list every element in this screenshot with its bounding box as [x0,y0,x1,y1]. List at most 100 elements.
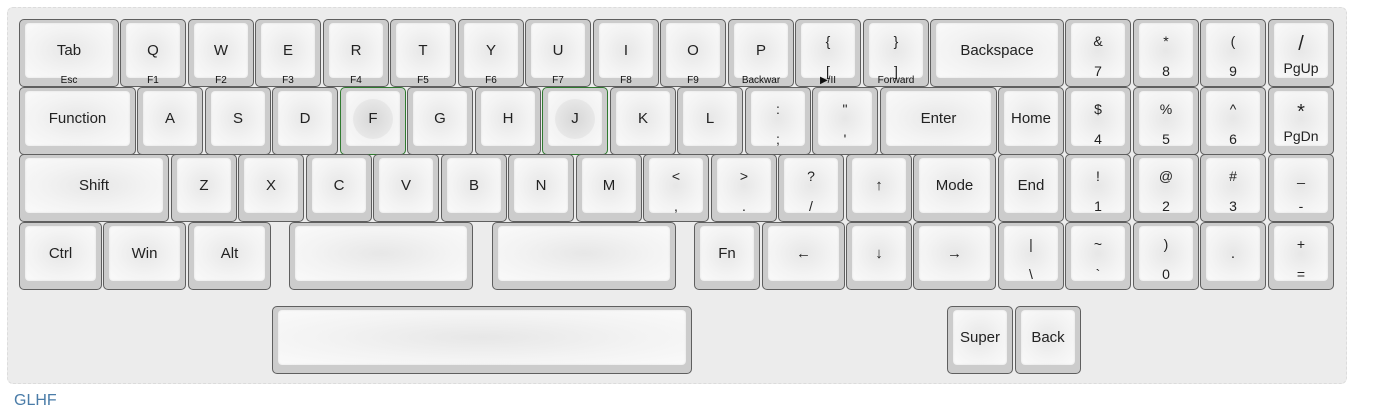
key-end[interactable]: End [998,154,1064,222]
key-space-0-12[interactable]: }] Forward [863,19,929,87]
key-u[interactable]: U F7 [525,19,591,87]
key-w[interactable]: W F2 [188,19,254,87]
key-label: B [468,176,479,194]
key-label: Q [147,41,159,59]
key-pgup[interactable]: / PgUp [1268,19,1334,87]
key-right[interactable]: → [913,222,996,290]
key-x[interactable]: X [238,154,304,222]
key-z[interactable]: Z [171,154,237,222]
key-1[interactable]: ! 1 [1065,154,1131,222]
key-label: O [687,41,699,59]
key-space-1-11[interactable]: " ' [812,87,878,155]
key-shift-label: ) [1163,236,1169,252]
key-p[interactable]: P Backwar [728,19,794,87]
key-space-2-9[interactable]: >. [711,154,777,222]
key-space-3-3[interactable] [289,222,473,290]
key-6[interactable]: ^ 6 [1200,87,1266,155]
key-m[interactable]: M [576,154,642,222]
key-d[interactable]: D [272,87,338,155]
key-shift-label: / [1298,33,1304,55]
key-alt[interactable]: Alt [188,222,271,290]
keycap-face: M [582,158,636,213]
key-space-4-0[interactable] [272,306,692,374]
key-l[interactable]: L [677,87,743,155]
key-mode[interactable]: Mode [913,154,996,222]
keycap-face: Alt [194,226,265,281]
key-down[interactable]: ↓ [846,222,912,290]
key-y[interactable]: Y F6 [458,19,524,87]
key-shift-label: } [893,33,899,49]
key-4[interactable]: $4 [1065,87,1131,155]
key-v[interactable]: V [373,154,439,222]
key-s[interactable]: S [205,87,271,155]
key-j[interactable]: J [542,87,608,155]
key-label: V [400,176,411,194]
key-i[interactable]: I F8 [593,19,659,87]
key-space-3-13[interactable]: + = [1268,222,1334,290]
key-0[interactable]: ) 0 [1133,222,1199,290]
key-left[interactable]: ← [762,222,845,290]
key-home[interactable]: Home [998,87,1064,155]
key-function[interactable]: Function [19,87,136,155]
key-space-1-10[interactable]: :; [745,87,811,155]
key-o[interactable]: O F9 [660,19,726,87]
key-tab[interactable]: Tab Esc [19,19,119,87]
key-shift-label: > [739,168,749,184]
key-2[interactable]: @2 [1133,154,1199,222]
key-c[interactable]: C [306,154,372,222]
key-space-3-9[interactable]: | \ [998,222,1064,290]
key-up[interactable]: ↑ [846,154,912,222]
key-n[interactable]: N [508,154,574,222]
key-label: Enter [920,109,957,127]
keycap-face: A [143,91,197,146]
key-win[interactable]: Win [103,222,186,290]
key-space-3-12[interactable]: . [1200,222,1266,290]
key-7[interactable]: & 7 [1065,19,1131,87]
key-ctrl[interactable]: Ctrl [19,222,102,290]
key-space-3-4[interactable] [492,222,676,290]
key-9[interactable]: (9 [1200,19,1266,87]
key-g[interactable]: G [407,87,473,155]
key-shift[interactable]: Shift [19,154,169,222]
key-t[interactable]: T F5 [390,19,456,87]
key-label: \ [1029,266,1033,282]
key-space-3-10[interactable]: ~ ` [1065,222,1131,290]
key-enter[interactable]: Enter [880,87,997,155]
key-b[interactable]: B [441,154,507,222]
key-pgdn[interactable]: * PgDn [1268,87,1334,155]
keycap-face: C [312,158,366,213]
keycap-face: Function [25,91,130,146]
keycap-face: ) 0 [1139,226,1193,281]
key-f[interactable]: F [340,87,406,155]
key-label: PgUp [1283,60,1319,76]
keycap-face: → [919,226,990,281]
key-back[interactable]: Back [1015,306,1081,374]
key-a[interactable]: A [137,87,203,155]
keycap-face: ↓ [852,226,906,281]
key-space-2-10[interactable]: ? / [778,154,844,222]
key-label: P [755,41,766,59]
key-space-0-11[interactable]: {[▶/II [795,19,861,87]
key-r[interactable]: R F4 [323,19,389,87]
keycap-face: ^ 6 [1206,91,1260,146]
key-k[interactable]: K [610,87,676,155]
key-5[interactable]: % 5 [1133,87,1199,155]
key-super[interactable]: Super [947,306,1013,374]
key-label: Ctrl [48,244,73,262]
key-backspace[interactable]: Backspace [930,19,1064,87]
key-e[interactable]: E F3 [255,19,321,87]
key-space-2-17[interactable]: _ - [1268,154,1334,222]
keycap-face: & 7 [1071,23,1125,78]
key-fn[interactable]: Fn [694,222,760,290]
keyboard-name-link[interactable]: GLHF [14,392,57,410]
key-8[interactable]: * 8 [1133,19,1199,87]
key-space-2-8[interactable]: <, [643,154,709,222]
key-h[interactable]: H [475,87,541,155]
key-shift-label: % [1159,101,1173,117]
keycap-face [498,226,670,281]
keycap-face: V [379,158,433,213]
key-label: M [602,176,616,194]
key-3[interactable]: #3 [1200,154,1266,222]
keycap-face: $4 [1071,91,1125,146]
key-q[interactable]: Q F1 [120,19,186,87]
